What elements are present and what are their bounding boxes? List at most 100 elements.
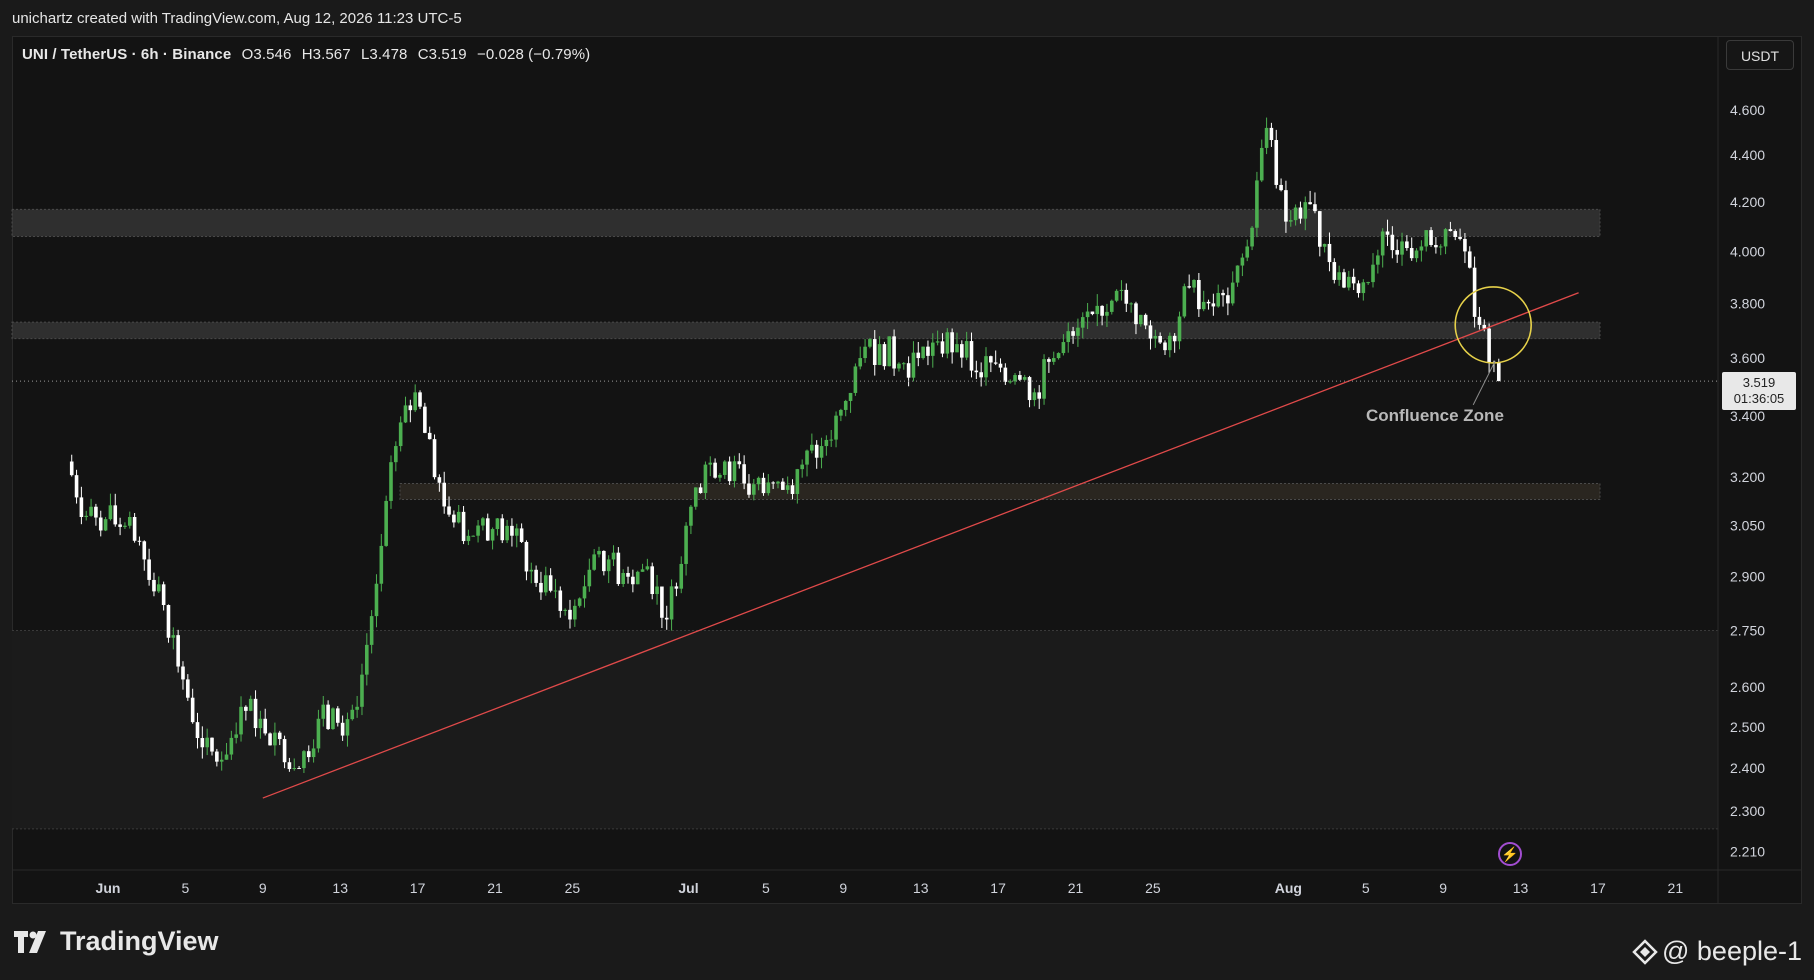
candle-body — [761, 477, 766, 494]
candle-body — [1332, 262, 1337, 280]
candle-body — [1148, 325, 1153, 339]
candle-body — [587, 569, 592, 587]
candle-body — [1119, 289, 1124, 291]
candle-body — [534, 569, 538, 583]
candle-body — [273, 732, 277, 746]
y-tick-label: 3.400 — [1730, 408, 1765, 424]
candle-body — [1458, 236, 1462, 239]
candle-body — [1477, 316, 1482, 325]
candle-body — [461, 511, 466, 542]
candle-body — [713, 462, 717, 478]
candle-body — [224, 754, 229, 760]
candle-body — [1443, 229, 1448, 247]
candle-body — [1158, 335, 1162, 343]
candle-body — [1438, 246, 1443, 248]
candle-body — [1216, 292, 1221, 307]
candle-body — [108, 505, 113, 520]
candle-body — [1027, 377, 1032, 401]
candle-body — [916, 352, 921, 359]
candle-body — [1066, 331, 1071, 343]
candle-body — [921, 346, 925, 359]
candle-body — [1076, 327, 1080, 336]
price-chart[interactable]: 4.600 4.400 4.200 4.000 3.800 3.600 3.400 3.200… — [0, 0, 1814, 904]
candle-body — [152, 579, 156, 592]
candle-body — [1109, 300, 1114, 312]
y-tick-label: 4.600 — [1730, 102, 1765, 118]
candle-body — [1211, 303, 1216, 307]
candle-body — [1293, 207, 1298, 221]
candle-body — [215, 751, 219, 762]
candle-body — [848, 392, 853, 401]
candle-body — [186, 679, 190, 698]
candle-body — [1013, 375, 1017, 382]
candle-body — [476, 525, 480, 536]
candle-body — [969, 341, 974, 371]
author-watermark: @ beeple-1 — [1632, 936, 1802, 967]
candle-body — [539, 582, 543, 593]
candle-body — [616, 552, 621, 585]
candle-body — [176, 635, 180, 667]
candle-body — [1139, 314, 1143, 325]
candle-body — [1255, 180, 1259, 228]
candle-body — [360, 674, 364, 707]
candle-body — [306, 751, 311, 758]
candle-body — [1434, 244, 1438, 248]
candle-body — [384, 500, 388, 546]
candle-body — [452, 514, 456, 523]
candle-body — [326, 704, 330, 730]
open-value: O3.546 — [241, 46, 292, 63]
x-tick-label: 5 — [182, 880, 190, 896]
candle-body — [819, 446, 824, 458]
candle-body — [1467, 251, 1472, 268]
candle-body — [1390, 234, 1395, 251]
candle-body — [582, 586, 587, 599]
candle-body — [1448, 229, 1453, 232]
candle-body — [1259, 147, 1264, 181]
candle-body — [626, 572, 630, 577]
candle-body — [253, 698, 258, 729]
candle-body — [1288, 220, 1293, 222]
candle-body — [156, 584, 161, 592]
candle-body — [239, 706, 243, 735]
candle-body — [558, 590, 563, 611]
candle-body — [785, 485, 790, 490]
candle-body — [89, 506, 93, 516]
candle-body — [993, 362, 998, 364]
candle-body — [1317, 211, 1322, 247]
candle-body — [1351, 276, 1356, 284]
x-tick-label: 13 — [913, 880, 929, 896]
candle-body — [1298, 207, 1303, 219]
tradingview-logo[interactable]: TradingView — [14, 926, 219, 957]
candle-body — [205, 737, 209, 748]
candle-body — [510, 525, 514, 536]
y-tick-label: 3.800 — [1730, 295, 1765, 311]
candle-body — [543, 575, 548, 593]
tradingview-brand: TradingView — [60, 926, 219, 956]
symbol-legend[interactable]: UNI / TetherUS · 6h · Binance O3.546 H3.… — [22, 46, 596, 63]
candle-body — [563, 609, 567, 611]
x-tick-label: 9 — [1439, 880, 1447, 896]
candle-body — [766, 482, 771, 494]
y-tick-label: 2.500 — [1730, 719, 1765, 735]
lightning-icon[interactable]: ⚡ — [1498, 842, 1522, 866]
candle-body — [950, 332, 954, 353]
candle-body — [906, 363, 911, 378]
candle-body — [660, 586, 664, 618]
candle-body — [292, 768, 297, 770]
candle-body — [331, 708, 335, 730]
candle-body — [1177, 316, 1182, 342]
candle-body — [1221, 292, 1225, 296]
symbol-name[interactable]: UNI / TetherUS · 6h · Binance — [22, 46, 231, 63]
candle-body — [1124, 289, 1129, 304]
candle-body — [1100, 305, 1104, 316]
candle-body — [258, 718, 263, 729]
candle-body — [1226, 295, 1230, 304]
currency-button[interactable]: USDT — [1726, 40, 1794, 70]
candle-body — [94, 506, 98, 518]
candle-body — [1250, 227, 1254, 247]
candle-body — [519, 528, 524, 542]
candle-body — [166, 605, 171, 638]
candle-body — [379, 545, 384, 584]
candle-body — [853, 366, 858, 393]
candle-body — [679, 563, 684, 589]
